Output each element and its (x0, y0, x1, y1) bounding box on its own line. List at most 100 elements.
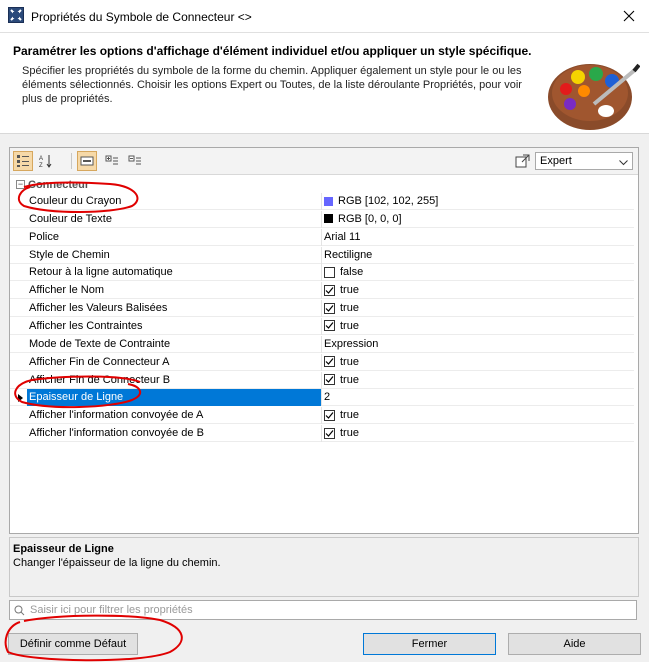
property-value-text: 2 (324, 391, 331, 404)
column-divider (321, 300, 322, 318)
property-value-text: true (340, 302, 359, 315)
property-row[interactable]: Afficher l'information convoyée de B true (10, 425, 634, 443)
properties-toolbar: A Z Expert (10, 148, 638, 175)
property-name: Epaisseur de Ligne (29, 391, 124, 404)
property-row[interactable]: Couleur de Texte RGB [0, 0, 0] (10, 210, 634, 228)
checkbox[interactable] (324, 374, 335, 385)
property-value[interactable]: true (324, 427, 359, 439)
property-row[interactable]: Retour à la ligne automatique false (10, 264, 634, 282)
property-value[interactable]: Expression (324, 338, 378, 350)
property-name: Afficher Fin de Connecteur A (29, 355, 170, 368)
property-value[interactable]: true (324, 284, 359, 296)
header-title: Paramétrer les options d'affichage d'élé… (13, 44, 532, 58)
check-icon (325, 358, 334, 366)
property-value[interactable]: true (324, 302, 359, 314)
sort-az-icon: A Z (39, 155, 52, 168)
checkbox[interactable] (324, 302, 335, 314)
toolbar-separator (71, 153, 72, 169)
categorized-icon (17, 155, 29, 167)
checkbox[interactable] (324, 266, 335, 278)
property-row[interactable]: Police Arial 11 (10, 228, 634, 246)
property-value[interactable]: 2 (324, 391, 330, 403)
checkbox[interactable] (324, 409, 335, 421)
property-value-text: true (340, 427, 359, 440)
property-value[interactable]: true (324, 356, 359, 368)
check-icon (325, 429, 334, 437)
description-pane: Epaisseur de Ligne Changer l'épaisseur d… (9, 537, 639, 597)
property-value-text: true (340, 284, 359, 297)
checkbox[interactable] (324, 427, 335, 439)
color-swatch-icon (324, 196, 333, 206)
color-swatch-icon (324, 214, 333, 224)
property-row[interactable]: Afficher l'information convoyée de A true (10, 407, 634, 425)
property-value[interactable]: Arial 11 (324, 231, 360, 243)
set-as-default-button[interactable]: Définir comme Défaut (8, 633, 138, 655)
column-divider (321, 407, 322, 425)
property-value[interactable]: true (324, 374, 359, 386)
property-value-text: true (340, 409, 359, 422)
close-button[interactable]: Fermer (363, 633, 496, 655)
property-name: Afficher les Contraintes (29, 319, 143, 332)
property-row[interactable]: Afficher Fin de Connecteur B true (10, 371, 634, 389)
properties-panel: A Z Expert − Connecteur Couleur du Crayo… (9, 147, 639, 534)
filter-input[interactable] (30, 603, 630, 617)
check-icon (325, 304, 334, 312)
property-row[interactable]: Mode de Texte de Contrainte Expression (10, 335, 634, 353)
help-button[interactable]: Aide (508, 633, 641, 655)
property-value[interactable]: true (324, 409, 359, 421)
categorized-view-button[interactable] (13, 151, 33, 171)
property-value[interactable]: true (324, 320, 359, 332)
checkbox[interactable] (324, 356, 335, 368)
property-name: Police (29, 230, 59, 243)
group-connecteur[interactable]: − Connecteur (10, 177, 634, 193)
property-name: Style de Chemin (29, 248, 110, 261)
description-title: Epaisseur de Ligne (13, 543, 114, 555)
property-name: Afficher l'information convoyée de A (29, 409, 204, 422)
property-name: Afficher le Nom (29, 284, 104, 297)
property-value[interactable]: Rectiligne (324, 249, 372, 261)
sort-alphabetical-button[interactable]: A Z (36, 151, 56, 171)
expand-all-button[interactable] (102, 151, 122, 171)
property-value[interactable]: RGB [102, 102, 255] (324, 195, 438, 207)
property-name: Couleur du Crayon (29, 195, 122, 207)
property-mode-value: Expert (540, 155, 572, 167)
close-window-button[interactable] (609, 0, 649, 32)
property-value-text: RGB [0, 0, 0] (338, 212, 402, 225)
description-text: Changer l'épaisseur de la ligne du chemi… (13, 557, 221, 569)
property-row[interactable]: Afficher les Valeurs Balisées true (10, 300, 634, 318)
checkbox[interactable] (324, 284, 335, 296)
show-description-button[interactable] (77, 151, 97, 171)
column-divider (321, 264, 322, 282)
column-divider (321, 246, 322, 264)
property-name: Couleur de Texte (29, 212, 112, 225)
property-value[interactable]: false (324, 266, 363, 278)
property-name: Afficher l'information convoyée de B (29, 427, 204, 440)
column-divider (321, 389, 322, 407)
column-divider (321, 371, 322, 389)
column-divider (321, 335, 322, 353)
property-row[interactable]: Style de Chemin Rectiligne (10, 246, 634, 264)
property-row[interactable]: Epaisseur de Ligne 2 (10, 389, 634, 407)
checkbox[interactable] (324, 320, 335, 332)
property-value[interactable]: RGB [0, 0, 0] (324, 213, 402, 225)
search-icon (14, 605, 25, 619)
svg-text:A: A (39, 156, 43, 162)
column-divider (321, 282, 322, 300)
collapse-group-icon[interactable]: − (16, 180, 25, 189)
column-divider (321, 193, 322, 210)
property-row[interactable]: Afficher les Contraintes true (10, 317, 634, 335)
svg-text:Z: Z (39, 163, 43, 168)
window-export-icon (515, 154, 530, 168)
property-value-text: Rectiligne (324, 248, 373, 261)
description-icon (80, 156, 94, 166)
expand-all-icon (105, 155, 118, 165)
property-row[interactable]: Afficher le Nom true (10, 282, 634, 300)
open-in-window-button[interactable] (513, 151, 533, 171)
column-divider (321, 210, 322, 228)
group-label: Connecteur (28, 179, 90, 191)
property-row[interactable]: Couleur du Crayon RGB [102, 102, 255] (10, 193, 634, 210)
collapse-all-button[interactable] (125, 151, 145, 171)
property-mode-select[interactable]: Expert (535, 152, 633, 170)
property-row[interactable]: Afficher Fin de Connecteur A true (10, 353, 634, 371)
window-title: Propriétés du Symbole de Connecteur <> (31, 10, 252, 24)
